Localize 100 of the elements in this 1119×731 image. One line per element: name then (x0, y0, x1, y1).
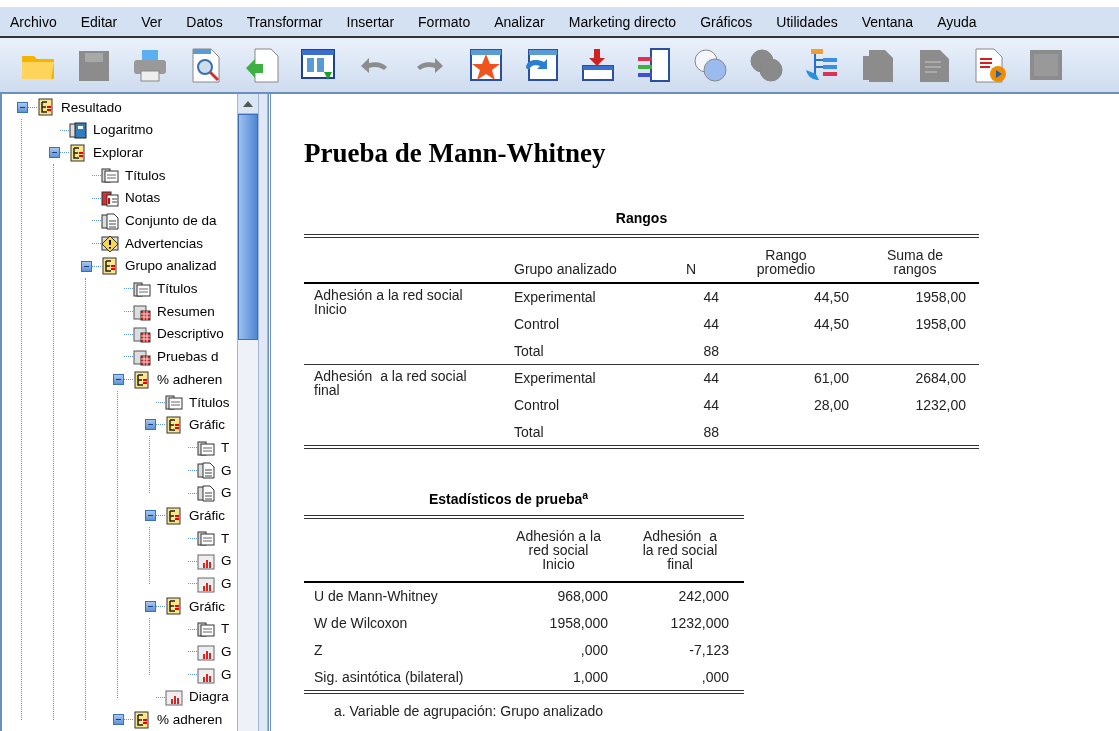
collapse-toggle[interactable] (112, 374, 124, 386)
book-icon (165, 506, 183, 525)
outline-item[interactable]: G (221, 554, 232, 568)
table-cell-text: ,000 (700, 669, 730, 684)
menu-item[interactable]: Ventana (861, 14, 914, 29)
table-cell-text: Experimental (514, 371, 597, 386)
menu-item[interactable]: Insertar (346, 14, 395, 29)
table-cell-text: 44 (702, 290, 720, 305)
outline-item[interactable]: Títulos (125, 168, 166, 183)
table-cell-text: Adhesión a la red social final (641, 529, 719, 572)
menu-item[interactable]: Ver (141, 14, 163, 29)
table-cell-text: Z (313, 642, 324, 657)
table-cell-text: U de Mann-Whitney (313, 589, 439, 604)
book-icon (133, 710, 151, 729)
menu-item[interactable]: Archivo (10, 14, 57, 29)
bar-chart-icon (197, 642, 215, 661)
outline-item[interactable]: Resumen (157, 304, 215, 319)
outline-item[interactable]: T (221, 531, 230, 546)
outline-item[interactable]: Títulos (157, 282, 198, 296)
outline-item[interactable]: Explorar (93, 145, 144, 160)
outline-item[interactable]: Advertencias (125, 236, 204, 251)
book-icon (133, 370, 151, 389)
scrollbar-thumb[interactable] (238, 114, 258, 340)
document-icon (197, 461, 215, 480)
table-cell-text: Total (514, 424, 545, 439)
menu-item[interactable]: Transformar (246, 14, 323, 29)
table-cell-text: Adhesión a la red social Inicio (313, 286, 464, 319)
outline-item[interactable]: G (221, 463, 232, 478)
outline-item[interactable]: % adheren (157, 372, 223, 387)
menu-item[interactable]: Utilidades (776, 14, 838, 29)
table-cell-text: ,000 (579, 642, 609, 657)
log-icon (69, 121, 87, 140)
table-cell-text: -7,123 (688, 642, 730, 657)
scrollbar[interactable] (237, 94, 258, 731)
title-page-icon (197, 438, 215, 457)
menu-item[interactable]: Analizar (494, 14, 545, 29)
outline-item[interactable]: % adheren (157, 713, 223, 727)
warning-icon (101, 234, 119, 253)
table-cell-text: Sig. asintótica (bilateral) (313, 669, 465, 684)
outline-item[interactable]: Diagra (189, 690, 229, 704)
outline-item[interactable]: Conjunto de da (125, 214, 217, 228)
table-icon (133, 325, 151, 344)
outline-item[interactable]: Descriptivo (157, 327, 224, 341)
table-cell-text: 242,000 (677, 589, 730, 604)
outline-item[interactable]: G (221, 486, 232, 500)
collapse-toggle[interactable] (48, 147, 60, 159)
table-cell-text: Rango promedio (755, 248, 817, 276)
table-cell-text: 61,00 (812, 371, 850, 386)
outline-item[interactable]: G (221, 645, 232, 659)
table-cell-text: Adhesión a la red social Inicio (515, 529, 602, 572)
outline-item[interactable]: Gráfic (189, 599, 225, 614)
collapse-toggle[interactable] (144, 419, 156, 431)
title-page-icon (101, 166, 119, 185)
table-cell-text: N (684, 262, 698, 276)
table-cell-text: W de Wilcoxon (313, 616, 409, 631)
collapse-toggle[interactable] (80, 260, 92, 272)
table-cell-text: 2684,00 (914, 371, 967, 386)
outline-item[interactable]: G (221, 577, 232, 591)
outline-item[interactable]: Gráfic (189, 418, 225, 432)
scroll-up-icon[interactable] (243, 100, 253, 107)
document-icon (101, 211, 119, 230)
outline-item[interactable]: Pruebas d (157, 350, 219, 364)
menu-item[interactable]: Formato (418, 14, 471, 29)
table-cell-text: 1232,000 (669, 616, 730, 631)
book-icon (165, 415, 183, 434)
table-title: Rangos (614, 211, 669, 225)
menu-item[interactable]: Datos (186, 14, 223, 29)
table-cell-text: Experimental (514, 290, 597, 305)
table-cell-text: Control (514, 317, 561, 332)
collapse-toggle[interactable] (144, 600, 156, 612)
collapse-toggle[interactable] (112, 714, 124, 726)
outline-item[interactable]: G (221, 667, 232, 682)
outline-item[interactable]: T (221, 440, 230, 455)
table-cell-text: Adhesión a la red social final (313, 367, 468, 401)
outline-item[interactable]: T (221, 622, 230, 636)
outline-item[interactable]: Títulos (189, 395, 230, 410)
menu-item[interactable]: Gráficos (700, 14, 753, 29)
table-cell-text: Grupo analizado (514, 262, 618, 276)
menu-item[interactable]: Marketing directo (568, 14, 677, 29)
table-cell-text: 1958,000 (548, 616, 609, 631)
bar-chart-icon (165, 688, 183, 707)
notes-icon (101, 189, 119, 208)
outline-item[interactable]: Logaritmo (93, 123, 154, 137)
book-icon (37, 98, 55, 117)
outline-item[interactable]: Grupo analizad (125, 259, 217, 273)
bar-chart-icon (197, 574, 215, 593)
outline-item[interactable]: Notas (125, 191, 161, 205)
footnote: a. Variable de agrupación: Grupo analizado (333, 703, 605, 718)
table-cell-text: 44,50 (812, 317, 850, 332)
bar-chart-icon (197, 665, 215, 684)
menu-item[interactable]: Editar (80, 14, 118, 29)
collapse-toggle[interactable] (144, 510, 156, 522)
outline-item[interactable]: Gráfic (189, 508, 225, 523)
table-cell-text: 88 (702, 424, 720, 439)
book-icon (101, 257, 119, 276)
collapse-toggle[interactable] (16, 101, 28, 113)
table-cell-text: 968,000 (556, 589, 609, 604)
book-icon (69, 143, 87, 162)
outline-item[interactable]: Resultado (61, 100, 122, 115)
menu-item[interactable]: Ayuda (937, 14, 977, 29)
